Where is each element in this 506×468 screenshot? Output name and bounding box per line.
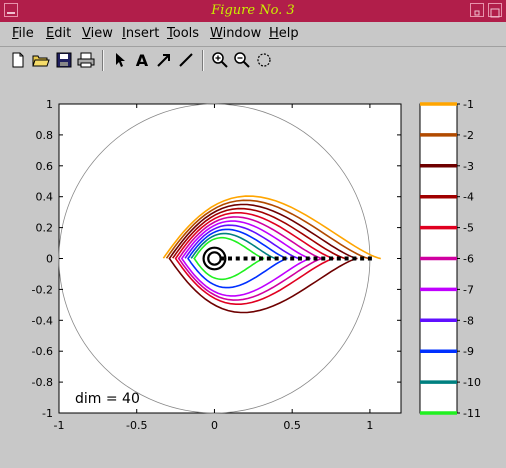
data-point — [352, 256, 357, 261]
new-icon[interactable] — [8, 50, 28, 70]
colorbar-label: -7 — [463, 283, 474, 296]
x-tick-label: 1 — [366, 419, 373, 432]
data-point — [321, 256, 326, 261]
print-icon[interactable] — [76, 50, 96, 70]
menu-window[interactable]: Window — [210, 26, 261, 41]
colorbar-label: -6 — [463, 253, 474, 266]
y-tick-label: -0.4 — [32, 314, 53, 327]
colorbar-label: -11 — [463, 407, 481, 420]
y-tick-label: 1 — [46, 98, 53, 111]
toolbar: A — [0, 46, 506, 75]
menu-view[interactable]: View — [82, 26, 113, 41]
maximize-button[interactable] — [488, 3, 502, 18]
data-point — [329, 256, 334, 261]
data-point — [290, 256, 295, 261]
y-tick-label: 0 — [46, 253, 53, 266]
menu-tools[interactable]: Tools — [167, 26, 199, 41]
data-point — [220, 256, 225, 261]
data-point — [360, 256, 365, 261]
data-point — [228, 256, 232, 261]
x-tick-label: -1 — [54, 419, 65, 432]
rotate-icon[interactable] — [254, 50, 274, 70]
data-point — [274, 256, 279, 261]
arrow-icon[interactable] — [154, 50, 174, 70]
menu-file[interactable]: File — [12, 26, 34, 41]
menu-edit[interactable]: Edit — [46, 26, 71, 41]
colorbar-label: -2 — [463, 129, 474, 142]
y-tick-label: -1 — [42, 407, 53, 420]
data-point — [251, 256, 256, 261]
data-point — [266, 256, 271, 261]
data-point — [282, 256, 287, 261]
data-point — [305, 256, 310, 261]
y-tick-label: 0.4 — [36, 191, 54, 204]
text-icon[interactable]: A — [132, 50, 152, 70]
data-point — [235, 256, 240, 261]
data-point — [243, 256, 248, 261]
colorbar-label: -9 — [463, 345, 474, 358]
y-tick-label: -0.2 — [32, 283, 53, 296]
y-tick-label: -0.6 — [32, 345, 53, 358]
line-icon[interactable] — [176, 50, 196, 70]
save-icon[interactable] — [54, 50, 74, 70]
colorbar-label: -3 — [463, 160, 474, 173]
data-point — [313, 256, 318, 261]
arrow-select-icon[interactable] — [110, 50, 130, 70]
menu-insert[interactable]: Insert — [122, 26, 159, 41]
colorbar-label: -1 — [463, 98, 474, 111]
menu-bar: File Edit View Insert Tools Window Help — [0, 22, 506, 46]
data-point — [336, 256, 341, 261]
figure-canvas: dim = 40 -1 -0.5 0 0.5 1 1 0.8 0.6 0.4 0.2 0 -0.2 -… — [0, 74, 506, 464]
data-point — [344, 256, 349, 261]
zoom-in-icon[interactable] — [210, 50, 230, 70]
colorbar-label: -10 — [463, 376, 481, 389]
toolbar-separator — [102, 50, 104, 71]
dim-annotation: dim = 40 — [75, 391, 140, 407]
y-tick-label: 0.8 — [36, 129, 54, 142]
colorbar-label: -5 — [463, 222, 474, 235]
minimize-button[interactable] — [470, 3, 484, 17]
zoom-out-icon[interactable] — [232, 50, 252, 70]
data-point — [259, 256, 264, 261]
y-tick-label: -0.8 — [32, 376, 53, 389]
open-icon[interactable] — [31, 50, 51, 70]
x-tick-label: -0.5 — [126, 419, 147, 432]
data-point — [297, 256, 302, 261]
title-bar[interactable]: Figure No. 3 — [0, 0, 506, 22]
x-tick-label: 0 — [211, 419, 218, 432]
y-tick-label: 0.2 — [36, 222, 54, 235]
contour-plot: dim = 40 -1 -0.5 0 0.5 1 1 0.8 0.6 0.4 0.2 0 -0.2 -… — [32, 98, 481, 432]
toolbar-separator — [202, 50, 204, 71]
y-tick-label: 0.6 — [36, 160, 54, 173]
x-tick-label: 0.5 — [283, 419, 301, 432]
colorbar-label: -4 — [463, 191, 474, 204]
colorbar-label: -8 — [463, 314, 474, 327]
menu-help[interactable]: Help — [269, 26, 299, 41]
figure-window: Figure No. 3 File Edit View Insert Tools… — [0, 0, 506, 464]
window-title: Figure No. 3 — [211, 3, 295, 18]
data-point — [367, 256, 372, 261]
